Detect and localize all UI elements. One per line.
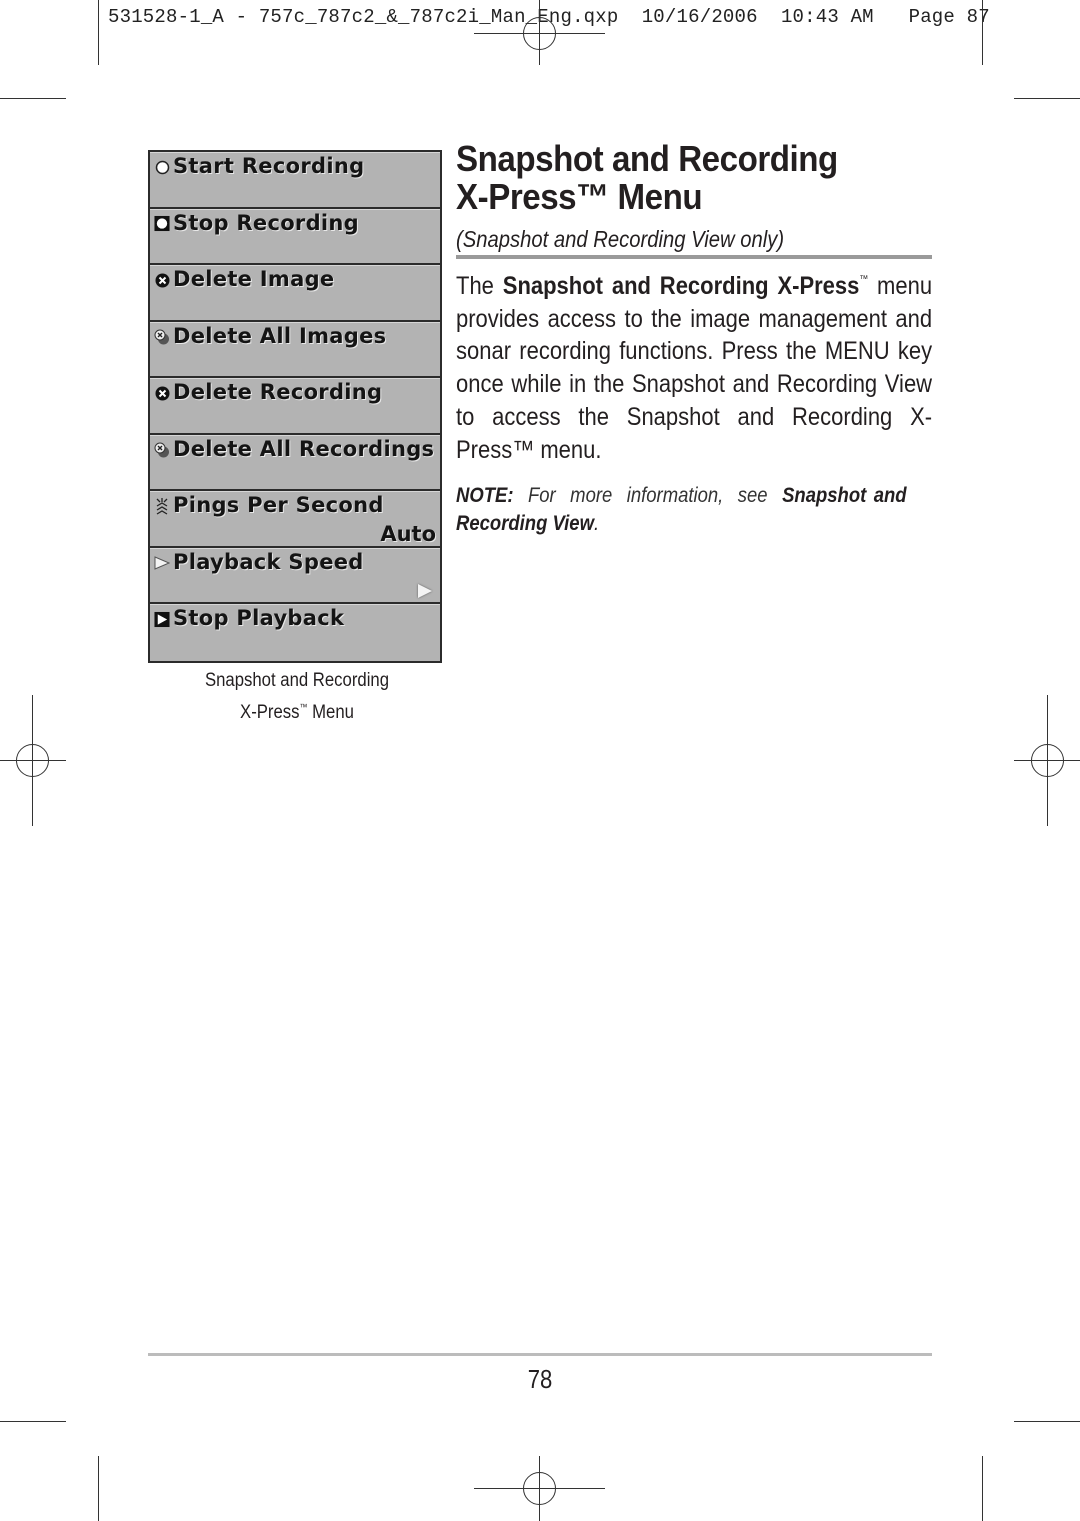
delete-all-icon — [154, 329, 170, 345]
crop-mark — [0, 1421, 66, 1422]
crop-mark — [98, 1456, 99, 1521]
menu-item-delete-recording[interactable]: Delete Recording — [150, 378, 440, 435]
crop-mark — [98, 0, 99, 65]
slug-page: Page 87 — [908, 6, 990, 28]
page-subtitle: (Snapshot and Recording View only) — [456, 226, 785, 252]
page-title: Snapshot and Recording X-Press™ Menu — [456, 140, 898, 216]
menu-item-start-recording[interactable]: Start Recording — [150, 152, 440, 209]
note-label: NOTE: — [456, 484, 514, 507]
crop-mark — [0, 98, 66, 99]
title-line-1: Snapshot and Recording — [456, 138, 838, 179]
stop-square-icon — [154, 215, 170, 232]
menu-item-label: Delete Recording — [173, 380, 383, 404]
submenu-arrow-icon[interactable] — [418, 584, 432, 598]
menu-item-stop-recording[interactable]: Stop Recording — [150, 208, 440, 265]
menu-item-pings-per-second[interactable]: Pings Per Second Auto — [150, 491, 440, 548]
delete-all-icon — [154, 442, 170, 458]
note-paragraph: NOTE: For more information, see Snapshot… — [456, 484, 907, 535]
menu-item-label: Start Recording — [173, 154, 365, 178]
body-paragraph: The Snapshot and Recording X-Press™ menu… — [456, 272, 933, 464]
figure-caption: Snapshot and Recording X-Press™ Menu — [166, 668, 428, 726]
footer-divider — [148, 1353, 932, 1356]
menu-item-label: Stop Recording — [173, 210, 359, 235]
play-square-icon — [154, 611, 170, 627]
crop-mark — [1014, 1421, 1080, 1422]
delete-x-icon — [154, 385, 170, 401]
heading-divider — [456, 255, 932, 259]
menu-item-playback-speed[interactable]: Playback Speed — [150, 547, 440, 604]
menu-item-label: Stop Playback — [173, 606, 345, 630]
menu-item-value: Auto — [380, 521, 436, 546]
xpress-menu: Start Recording Stop Recording Delete Im… — [148, 150, 442, 663]
slug-date: 10/16/2006 — [641, 6, 758, 28]
menu-item-delete-all-images[interactable]: Delete All Images — [150, 321, 440, 378]
crop-mark — [1014, 98, 1080, 99]
circle-icon — [154, 159, 170, 175]
caption-line-1: Snapshot and Recording — [204, 670, 390, 691]
crop-mark — [982, 0, 983, 65]
title-line-2: X-Press™ Menu — [456, 176, 703, 217]
pings-icon — [154, 498, 170, 515]
menu-item-label: Delete All Recordings — [173, 436, 435, 461]
menu-item-stop-playback[interactable]: Stop Playback — [150, 604, 440, 661]
caption-line-2: X-Press™ Menu — [240, 702, 354, 723]
delete-x-icon — [154, 272, 170, 288]
crop-mark — [982, 1456, 983, 1521]
slug-time: 10:43 AM — [780, 6, 874, 28]
menu-item-label: Delete Image — [173, 267, 335, 291]
page-number: 78 — [527, 1364, 553, 1394]
menu-item-delete-all-recordings[interactable]: Delete All Recordings — [150, 434, 440, 491]
menu-item-delete-image[interactable]: Delete Image — [150, 265, 440, 322]
menu-item-label: Playback Speed — [173, 549, 364, 574]
menu-item-label: Pings Per Second — [173, 493, 384, 517]
play-triangle-icon — [154, 555, 170, 571]
body-bold-term: Snapshot and Recording X-Press — [502, 272, 860, 300]
menu-item-label: Delete All Images — [173, 323, 387, 348]
